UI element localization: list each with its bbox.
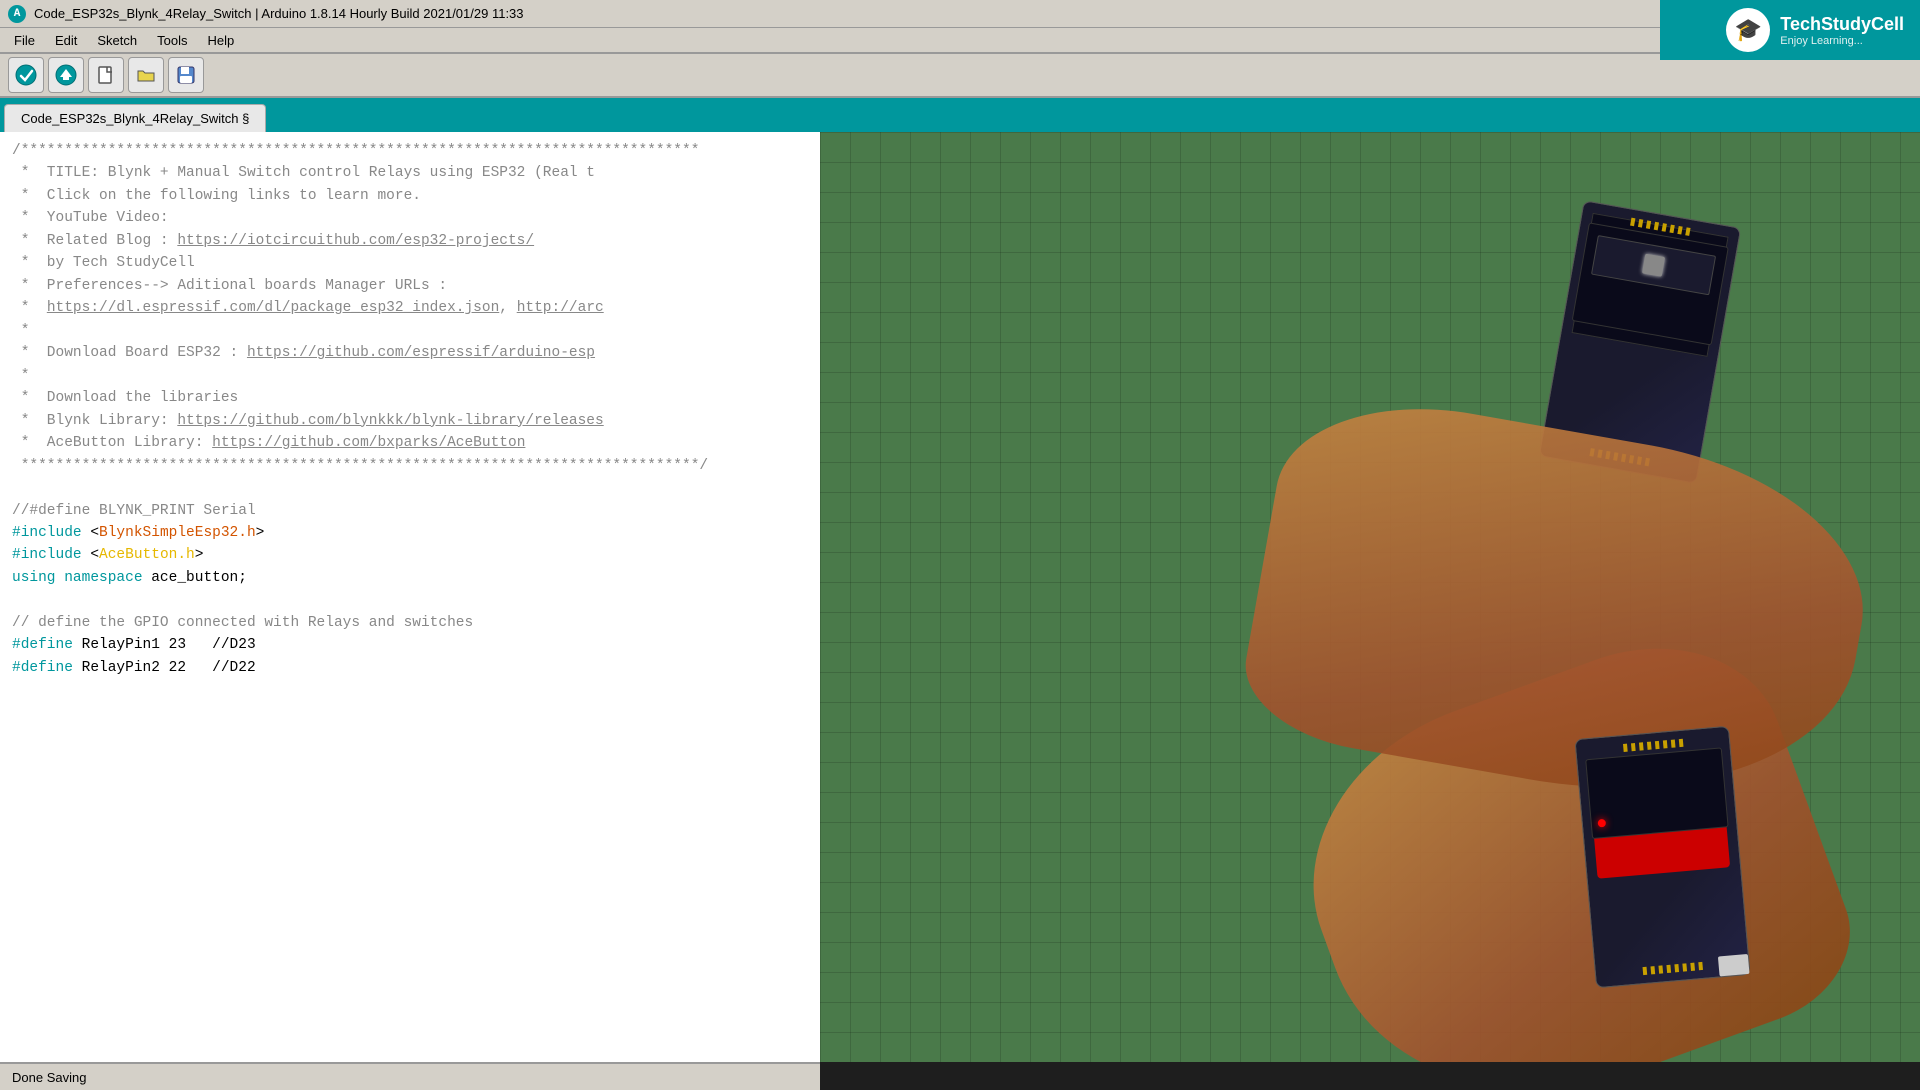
esp32-board-bottom	[1574, 726, 1750, 989]
logo-text: TechStudyCell Enjoy Learning...	[1780, 14, 1904, 47]
status-bar: Done Saving	[0, 1062, 820, 1090]
status-message: Done Saving	[12, 1070, 86, 1085]
code-line-18: #include <AceButton.h>	[12, 544, 808, 566]
code-line-1: * TITLE: Blynk + Manual Switch control R…	[12, 162, 808, 184]
logo-area: 🎓 TechStudyCell Enjoy Learning...	[1660, 0, 1920, 60]
code-line-19: using namespace ace_button;	[12, 567, 808, 589]
code-line-3: * YouTube Video:	[12, 207, 808, 229]
menu-sketch[interactable]: Sketch	[87, 31, 147, 50]
new-button[interactable]	[88, 57, 124, 93]
menu-file[interactable]: File	[4, 31, 45, 50]
save-button[interactable]	[168, 57, 204, 93]
main-content: /***************************************…	[0, 132, 1920, 1062]
code-line-7: * https://dl.espressif.com/dl/package_es…	[12, 297, 808, 319]
tab-bar: Code_ESP32s_Blynk_4Relay_Switch §	[0, 98, 1920, 132]
menu-edit[interactable]: Edit	[45, 31, 87, 50]
logo-icon: 🎓	[1726, 8, 1770, 52]
active-tab[interactable]: Code_ESP32s_Blynk_4Relay_Switch §	[4, 104, 266, 132]
code-line-12: * Blynk Library: https://github.com/blyn…	[12, 410, 808, 432]
code-line-10: *	[12, 365, 808, 387]
code-line-4: * Related Blog : https://iotcircuithub.c…	[12, 230, 808, 252]
code-line-23: #define RelayPin2 22 //D22	[12, 657, 808, 679]
code-line-21: // define the GPIO connected with Relays…	[12, 612, 808, 634]
code-line-11: * Download the libraries	[12, 387, 808, 409]
code-line-20	[12, 589, 808, 611]
code-line-2: * Click on the following links to learn …	[12, 185, 808, 207]
code-line-22: #define RelayPin1 23 //D23	[12, 634, 808, 656]
image-panel	[820, 132, 1920, 1062]
code-line-17: #include <BlynkSimpleEsp32.h>	[12, 522, 808, 544]
menu-tools[interactable]: Tools	[147, 31, 197, 50]
open-button[interactable]	[128, 57, 164, 93]
code-line-15	[12, 477, 808, 499]
code-line-6: * Preferences--> Aditional boards Manage…	[12, 275, 808, 297]
menu-bar: File Edit Sketch Tools Help 🎓 TechStudyC…	[0, 28, 1920, 54]
code-line-14: ****************************************…	[12, 455, 808, 477]
menu-help[interactable]: Help	[197, 31, 244, 50]
brand-name: TechStudyCell	[1780, 14, 1904, 35]
brand-tagline: Enjoy Learning...	[1780, 35, 1863, 47]
toolbar	[0, 54, 1920, 98]
code-editor[interactable]: /***************************************…	[0, 132, 820, 1062]
window-title: Code_ESP32s_Blynk_4Relay_Switch | Arduin…	[34, 6, 524, 21]
code-line-13: * AceButton Library: https://github.com/…	[12, 432, 808, 454]
app-icon: A	[8, 5, 26, 23]
title-bar: A Code_ESP32s_Blynk_4Relay_Switch | Ardu…	[0, 0, 1920, 28]
code-line-8: *	[12, 320, 808, 342]
code-line-5: * by Tech StudyCell	[12, 252, 808, 274]
code-line-9: * Download Board ESP32 : https://github.…	[12, 342, 808, 364]
verify-button[interactable]	[8, 57, 44, 93]
code-line-16: //#define BLYNK_PRINT Serial	[12, 500, 808, 522]
code-line-0: /***************************************…	[12, 140, 808, 162]
upload-button[interactable]	[48, 57, 84, 93]
